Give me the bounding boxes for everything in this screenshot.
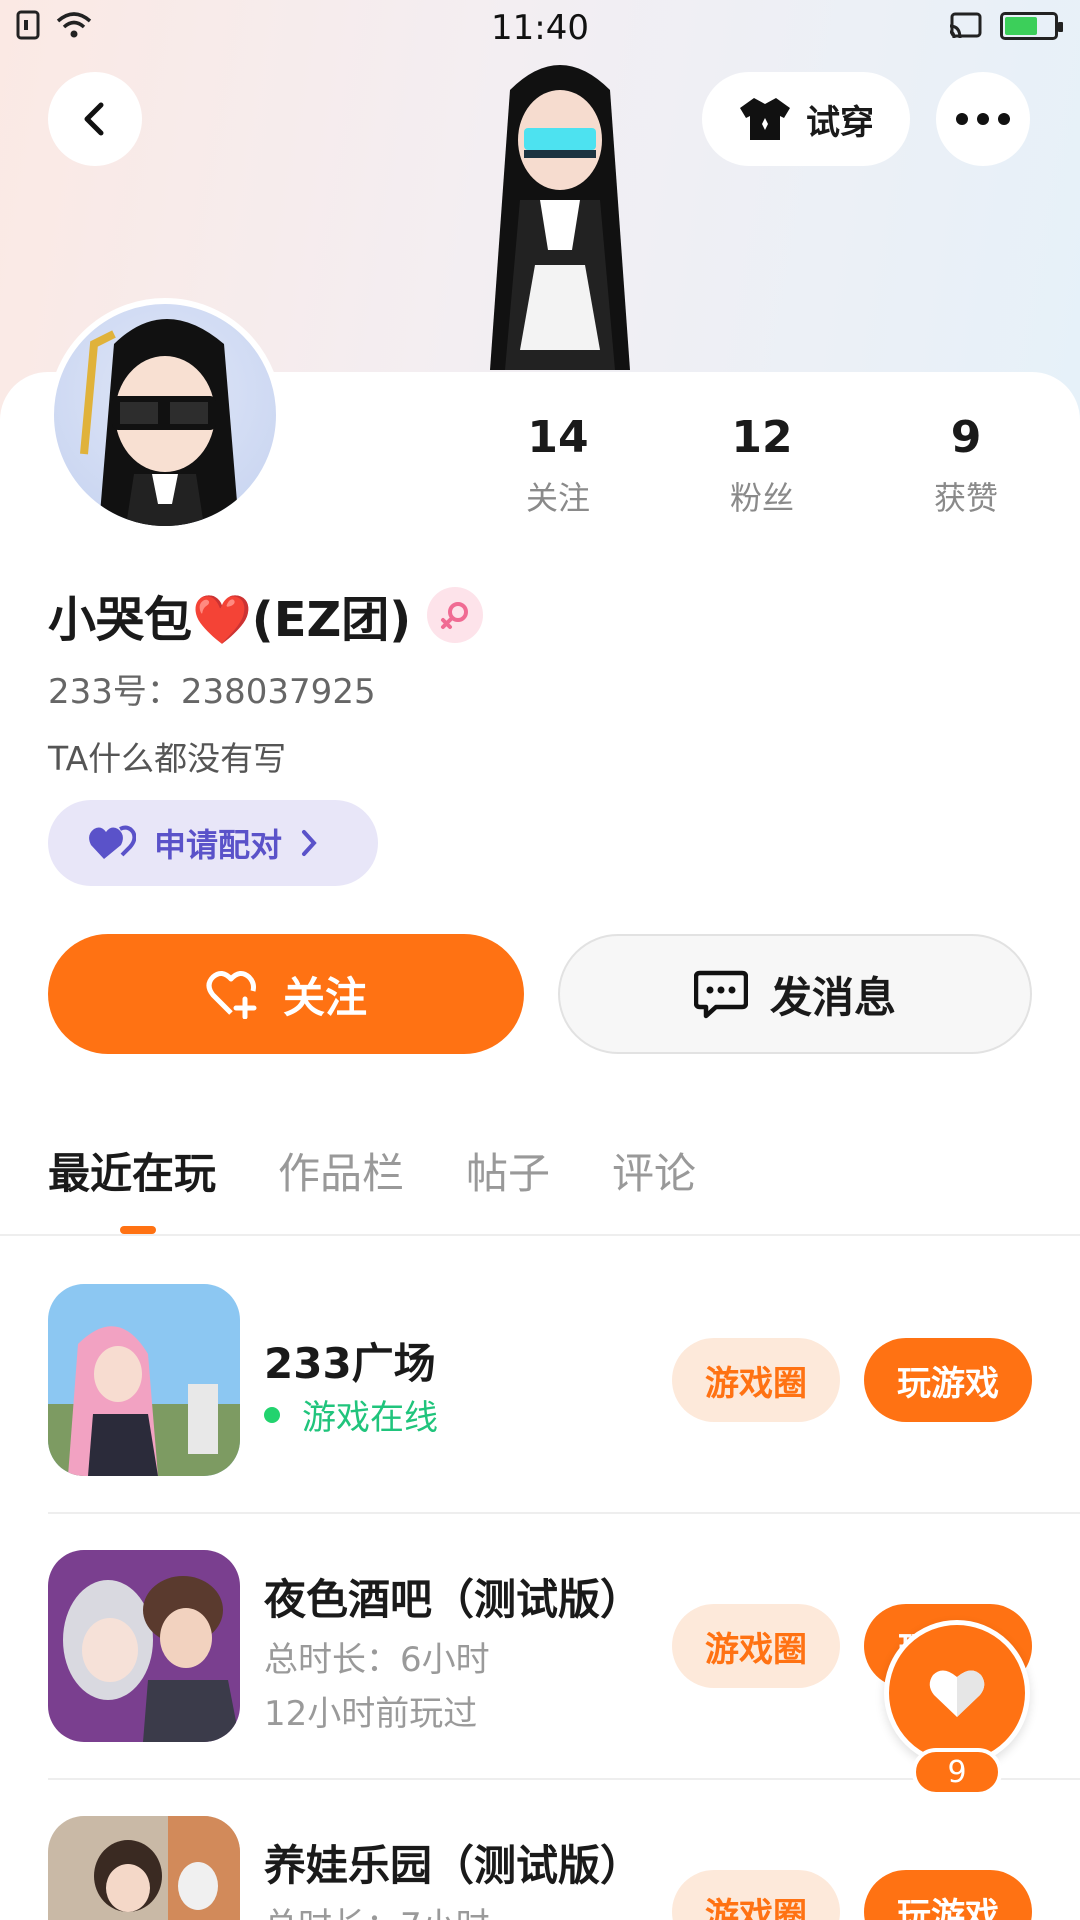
heart-plus-icon <box>206 971 257 1019</box>
avatar[interactable] <box>48 298 282 532</box>
like-count-badge: 9 <box>912 1748 1002 1796</box>
try-on-label: 试穿 <box>806 102 874 143</box>
female-gender-icon <box>427 587 484 643</box>
stat-likes-count: 9 <box>950 412 982 463</box>
game-last-played: 12小时前玩过 <box>264 1694 478 1734</box>
status-time: 11:40 <box>491 8 589 48</box>
game-duration: 总时长：6小时 <box>264 1640 490 1680</box>
back-button[interactable] <box>48 72 142 166</box>
game-row-233-plaza[interactable]: 233广场 游戏在线 游戏圈 玩游戏 <box>48 1284 1080 1478</box>
play-game-button[interactable]: 玩游戏 <box>864 1870 1032 1920</box>
game-online-status: 游戏在线 <box>264 1390 438 1439</box>
apply-pair-button[interactable]: 申请配对 <box>48 800 378 886</box>
stat-likes-label: 获赞 <box>933 479 998 517</box>
tab-divider <box>0 1234 1080 1236</box>
double-heart-icon <box>89 825 136 859</box>
tab-works[interactable]: 作品栏 <box>278 1140 404 1201</box>
game-duration: 总时长：7小时 <box>264 1898 490 1920</box>
tab-recently-played[interactable]: 最近在玩 <box>48 1140 216 1201</box>
game-icon-233-plaza <box>48 1284 240 1476</box>
floating-like-button[interactable] <box>884 1620 1030 1766</box>
game-circle-button[interactable]: 游戏圈 <box>672 1338 840 1422</box>
status-bar: 11:40 <box>0 0 1080 56</box>
row-divider <box>48 1512 1080 1514</box>
profile-name: 小哭包❤️(EZ团) <box>48 592 412 648</box>
game-online-label: 游戏在线 <box>302 1398 438 1438</box>
game-icon-baby-park <box>48 1816 240 1920</box>
game-title: 233广场 <box>264 1339 436 1388</box>
profile-tabs: 最近在玩 作品栏 帖子 评论 <box>48 1140 696 1201</box>
send-message-button[interactable]: 发消息 <box>558 934 1032 1054</box>
chevron-right-icon <box>302 830 317 856</box>
tab-posts[interactable]: 帖子 <box>466 1140 550 1201</box>
status-right <box>948 12 1063 40</box>
avatar-character-icon <box>80 319 239 526</box>
stat-fans[interactable]: 12 粉丝 <box>682 412 842 519</box>
tshirt-icon <box>740 98 790 140</box>
game-row-baby-park[interactable]: 养娃乐园（测试版） 总时长：7小时 游戏圈 玩游戏 <box>48 1816 1080 1920</box>
apply-pair-label: 申请配对 <box>154 826 283 864</box>
game-title: 养娃乐园（测试版） <box>264 1841 643 1890</box>
more-dots-icon <box>956 113 1010 125</box>
stat-following-count: 14 <box>527 412 589 463</box>
follow-label: 关注 <box>282 972 367 1022</box>
game-title: 夜色酒吧（测试版） <box>264 1575 643 1624</box>
active-tab-indicator <box>120 1226 156 1234</box>
heart-icon <box>929 1670 985 1717</box>
cast-icon <box>949 12 982 39</box>
character-avatar-figure <box>490 65 630 370</box>
stat-fans-count: 12 <box>731 412 793 463</box>
back-arrow-icon <box>84 102 104 136</box>
battery-icon <box>1000 12 1063 40</box>
stat-following[interactable]: 14 关注 <box>478 412 638 519</box>
play-game-button[interactable]: 玩游戏 <box>864 1338 1032 1422</box>
stat-following-label: 关注 <box>525 479 590 517</box>
stat-fans-label: 粉丝 <box>729 479 794 517</box>
follow-button[interactable]: 关注 <box>48 934 524 1054</box>
tab-comments[interactable]: 评论 <box>612 1140 696 1201</box>
game-circle-button[interactable]: 游戏圈 <box>672 1604 840 1688</box>
stat-likes[interactable]: 9 获赞 <box>886 412 1046 519</box>
try-on-button[interactable]: 试穿 <box>702 72 910 166</box>
more-button[interactable] <box>936 72 1030 166</box>
game-icon-night-bar <box>48 1550 240 1742</box>
chat-bubble-icon <box>693 970 748 1019</box>
send-message-label: 发消息 <box>769 972 896 1022</box>
profile-bio: TA什么都没有写 <box>48 739 287 778</box>
profile-uid: 233号：238037925 <box>48 672 376 712</box>
online-dot-icon <box>264 1406 280 1423</box>
name-row: 小哭包❤️(EZ团) <box>48 580 484 650</box>
game-circle-button[interactable]: 游戏圈 <box>672 1870 840 1920</box>
